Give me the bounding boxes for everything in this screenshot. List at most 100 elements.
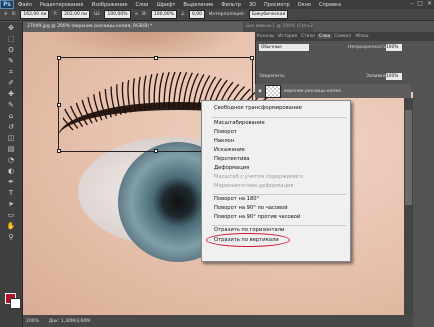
w-label: Ш: (94, 12, 101, 17)
tab-styles[interactable]: Стили (299, 34, 317, 39)
context-menu-item[interactable]: Наклон (214, 138, 234, 144)
doc-size: Док: 1,30M/3,60M (48, 318, 91, 324)
context-menu-item: Марионеточная деформация (214, 183, 294, 189)
stamp-icon[interactable]: ⌂ (4, 111, 18, 121)
eyedropper-icon[interactable]: ✐ (4, 78, 18, 88)
maximize-icon[interactable]: □ (417, 0, 423, 7)
menu-layers[interactable]: Слои (131, 2, 152, 8)
quick-select-icon[interactable]: ✎ (4, 56, 18, 66)
context-menu-item[interactable]: Поворот на 180° (214, 196, 259, 202)
visibility-eye-icon[interactable]: ◉ (258, 89, 262, 94)
link-icon[interactable]: ∞ (135, 12, 139, 17)
status-bar: 200% Док: 1,30M/3,60M (23, 315, 413, 327)
highlight-ellipse (206, 233, 290, 247)
close-icon[interactable]: ✕ (427, 0, 432, 7)
pen-icon[interactable]: ✒ (4, 177, 18, 187)
menu-separator (212, 225, 346, 226)
context-menu-item[interactable]: Масштабирование (214, 120, 265, 126)
menu-edit[interactable]: Редактирование (36, 2, 88, 8)
context-menu-item[interactable]: Деформация (214, 165, 249, 171)
path-select-icon[interactable]: ➤ (4, 199, 18, 209)
eraser-icon[interactable]: ◫ (4, 133, 18, 143)
x-label: X: (11, 12, 17, 17)
type-icon[interactable]: T (4, 188, 18, 198)
context-menu-item[interactable]: Поворот (214, 129, 237, 135)
layer-name[interactable]: верхние ресницы копия (284, 89, 341, 94)
crop-icon[interactable]: ⌗ (4, 67, 18, 77)
background-color-swatch[interactable] (10, 298, 21, 309)
menu-help[interactable]: Справка (315, 2, 345, 8)
menu-select[interactable]: Выделение (179, 2, 217, 8)
interpolation-label: Интерполяция: (208, 12, 246, 17)
y-label: Y: (53, 12, 58, 17)
zoom-level[interactable]: 200% (26, 319, 39, 324)
menu-separator (212, 117, 346, 118)
layers-panel: Обычные Непрозрачность: 100% Закрепить: … (255, 32, 434, 92)
menu-type[interactable]: Шрифт (152, 2, 179, 8)
document-tab-2[interactable]: Без имени-1 @ 100% (Ctrl+Z, RGB/8) (243, 22, 313, 32)
options-bar: ⁜ X: 162,00 пи Y: 202,00 пи Ш: 100,00% ∞… (0, 9, 434, 21)
zoom-icon[interactable]: ⚲ (4, 232, 18, 242)
fill-label: Заливка: (366, 74, 388, 79)
context-menu-item[interactable]: Перспектива (214, 156, 250, 162)
context-menu-item[interactable]: Поворот на 90° по часовой (214, 205, 288, 211)
transform-handle[interactable] (57, 149, 61, 153)
photoshop-logo: Ps (0, 0, 14, 9)
x-field[interactable]: 162,00 пи (20, 10, 50, 19)
context-menu-item[interactable]: Поворот на 90° против часовой (214, 214, 300, 220)
transform-handle[interactable] (154, 149, 158, 153)
context-menu-item[interactable]: Свободное трансформирование (214, 105, 302, 111)
interpolation-select[interactable]: Бикубическая (249, 10, 289, 19)
tab-character[interactable]: Символ (332, 34, 353, 39)
dodge-icon[interactable]: ◐ (4, 166, 18, 176)
panel-tabs: Каналы История Стили Слои Символ Абзац (255, 32, 434, 41)
menu-view[interactable]: Просмотр (260, 2, 294, 8)
layer-row[interactable]: ◉ верхние ресницы копия (255, 84, 411, 98)
tab-history[interactable]: История (276, 34, 299, 39)
tab-channels[interactable]: Каналы (255, 34, 276, 39)
angle-label: ∠ (180, 12, 185, 17)
move-icon[interactable]: ✥ (4, 23, 18, 33)
h-label: В: (142, 12, 147, 17)
angle-field[interactable]: 0,00 (188, 10, 205, 19)
lasso-icon[interactable]: ʘ (4, 45, 18, 55)
brush-icon[interactable]: ✎ (4, 100, 18, 110)
tab-layers[interactable]: Слои (316, 34, 333, 39)
menu-separator (212, 194, 346, 195)
context-menu-item[interactable]: Искажение (214, 147, 245, 153)
healing-icon[interactable]: ✚ (4, 89, 18, 99)
history-brush-icon[interactable]: ↺ (4, 122, 18, 132)
context-menu-item: Масштаб с учетом содержимого (214, 174, 304, 180)
menu-filter[interactable]: Фильтр (217, 2, 245, 8)
menu-file[interactable]: Файл (14, 2, 36, 8)
blend-mode-select[interactable]: Обычные (259, 44, 309, 51)
height-field[interactable]: 100,00% (150, 10, 177, 19)
hand-icon[interactable]: ✋ (4, 221, 18, 231)
opacity-label: Непрозрачность: (348, 45, 389, 50)
menu-window[interactable]: Окно (294, 2, 315, 8)
menu-bar: Ps Файл Редактирование Изображение Слои … (0, 0, 434, 9)
shape-icon[interactable]: ▭ (4, 210, 18, 220)
transform-handle[interactable] (57, 103, 61, 107)
transform-handle[interactable] (250, 56, 254, 60)
document-tab-active[interactable]: 27049.jpg @ 200% (верхние ресницы копия,… (23, 22, 243, 32)
opacity-field[interactable]: 100% (386, 44, 402, 51)
transform-handle[interactable] (57, 56, 61, 60)
width-field[interactable]: 100,00% (104, 10, 131, 19)
menu-image[interactable]: Изображение (87, 2, 131, 8)
transform-handle[interactable] (154, 56, 158, 60)
scrollbar-thumb[interactable] (405, 110, 412, 205)
menu-3d[interactable]: 3D (245, 2, 260, 8)
tools-panel: ✥ ⬚ ʘ ✎ ⌗ ✐ ✚ ✎ ⌂ ↺ ◫ ▤ ◔ ◐ ✒ T ➤ ▭ ✋ ⚲ (0, 22, 23, 327)
gradient-icon[interactable]: ▤ (4, 144, 18, 154)
reference-point-icon[interactable]: ⁜ (4, 12, 8, 17)
lock-label: Закрепить: (259, 74, 286, 79)
window-controls: – □ ✕ (410, 0, 432, 7)
y-field[interactable]: 202,00 пи (61, 10, 91, 19)
marquee-icon[interactable]: ⬚ (4, 34, 18, 44)
blur-icon[interactable]: ◔ (4, 155, 18, 165)
tab-paragraph[interactable]: Абзац (353, 34, 370, 39)
minimize-icon[interactable]: – (410, 0, 413, 7)
layer-thumbnail (264, 84, 281, 98)
fill-field[interactable]: 100% (386, 73, 402, 80)
